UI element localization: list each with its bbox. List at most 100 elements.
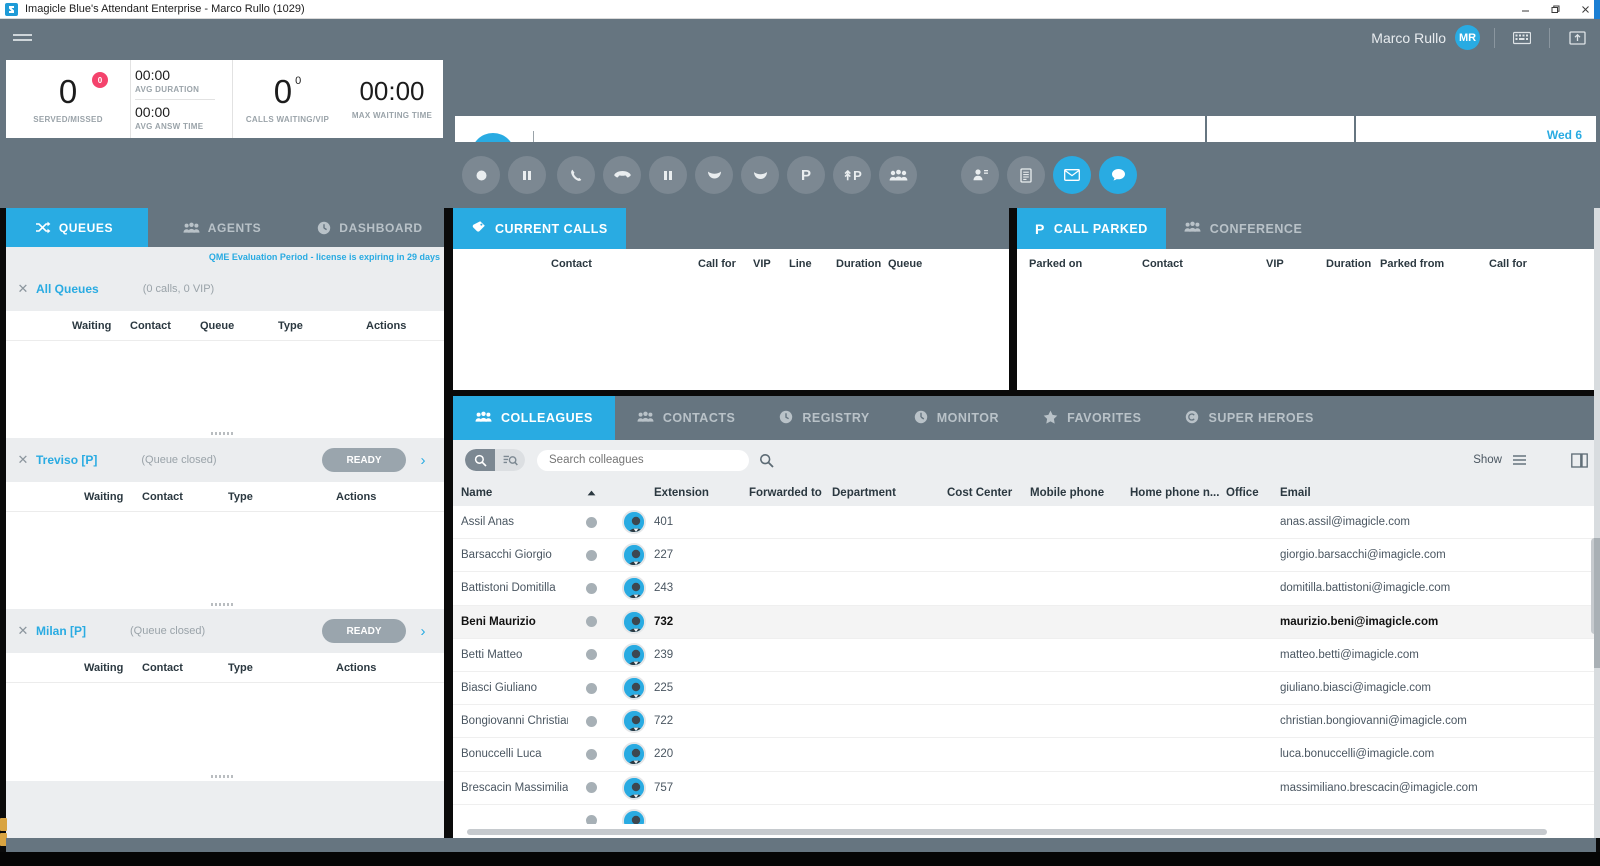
answer-call-button[interactable] <box>557 156 595 194</box>
col-department[interactable]: Department <box>832 487 947 499</box>
minimize-button[interactable] <box>1510 0 1540 19</box>
logout-icon[interactable] <box>1564 25 1590 51</box>
advanced-search-icon[interactable] <box>495 449 525 471</box>
menu-hamburger-icon[interactable] <box>0 19 44 56</box>
tab-conference[interactable]: CONFERENCE <box>1166 208 1321 249</box>
queue-ready-button-milan[interactable]: READY <box>322 619 406 643</box>
col-line: Line <box>789 258 836 270</box>
tab-queues[interactable]: QUEUES <box>0 208 148 247</box>
table-row[interactable]: Bongiovanni Christian722christian.bongio… <box>453 705 1600 738</box>
maximize-restore-button[interactable] <box>1540 0 1570 19</box>
blind-transfer-button[interactable] <box>695 156 733 194</box>
table-row[interactable]: Battistoni Domitilla243domitilla.battist… <box>453 572 1600 605</box>
table-row[interactable]: Assil Anas401anas.assil@imagicle.com <box>453 506 1600 539</box>
table-row[interactable]: Bonuccelli Luca220luca.bonuccelli@imagic… <box>453 738 1600 771</box>
search-submit-icon[interactable] <box>759 453 774 468</box>
colleagues-table-body: Assil Anas401anas.assil@imagicle.comBars… <box>453 506 1600 824</box>
notes-button[interactable] <box>1007 156 1045 194</box>
tab-monitor[interactable]: MONITOR <box>892 396 1021 440</box>
table-row[interactable]: Betti Matteo239matteo.betti@imagicle.com <box>453 639 1600 672</box>
col-extension[interactable]: Extension <box>654 487 749 499</box>
close-queue-icon[interactable]: ✕ <box>10 623 36 639</box>
col-queue: Queue <box>200 320 278 332</box>
tab-agents[interactable]: AGENTS <box>148 208 296 247</box>
table-row[interactable] <box>453 805 1600 824</box>
consultative-transfer-button[interactable] <box>741 156 779 194</box>
resize-grip[interactable] <box>211 775 233 778</box>
col-contact: Contact <box>132 662 228 674</box>
search-icon[interactable] <box>465 449 495 471</box>
tab-call-parked[interactable]: P CALL PARKED <box>1017 208 1166 249</box>
tab-super-heroes[interactable]: SUPER HEROES <box>1163 396 1335 440</box>
tab-current-calls[interactable]: CURRENT CALLS <box>453 208 626 249</box>
window-controls <box>1510 0 1600 19</box>
tab-contacts-label: CONTACTS <box>663 411 736 425</box>
calls-waiting-vip-value: 0 <box>295 75 301 87</box>
cell-name: Brescacin Massimiliano <box>453 782 568 794</box>
call-parked-rows <box>1017 279 1600 390</box>
col-office[interactable]: Office <box>1226 487 1250 499</box>
call-actions-group: P ↟P <box>557 156 917 194</box>
hold-call-button[interactable] <box>649 156 687 194</box>
col-home-phone[interactable]: Home phone n... <box>1130 487 1226 499</box>
chat-button[interactable] <box>1099 156 1137 194</box>
tab-registry[interactable]: REGISTRY <box>757 396 891 440</box>
col-email[interactable]: Email <box>1250 487 1600 499</box>
conference-button[interactable] <box>879 156 917 194</box>
queue-info-milan: (Queue closed) <box>130 625 205 637</box>
main-vertical-scrollbar[interactable] <box>1594 208 1600 838</box>
avatar <box>614 510 654 534</box>
avatar <box>614 742 654 766</box>
search-input[interactable] <box>537 450 749 471</box>
app-header: Marco Rullo MR <box>0 19 1600 56</box>
email-button[interactable] <box>1053 156 1091 194</box>
close-queue-icon[interactable]: ✕ <box>10 452 36 468</box>
table-row[interactable]: Barsacchi Giorgio227giorgio.barsacchi@im… <box>453 539 1600 572</box>
hangup-call-button[interactable] <box>603 156 641 194</box>
tab-favorites[interactable]: FAVORITES <box>1021 396 1163 440</box>
col-forwarded-to[interactable]: Forwarded to <box>749 487 832 499</box>
list-options-icon[interactable] <box>1512 454 1527 466</box>
call-parked-columns: Parked on Contact VIP Duration Parked fr… <box>1017 249 1600 279</box>
queue-header-treviso[interactable]: ✕ Treviso [P] (Queue closed) READY › <box>0 438 444 482</box>
table-row[interactable]: Beni Maurizio732maurizio.beni@imagicle.c… <box>453 606 1600 639</box>
unpark-call-button[interactable]: ↟P <box>833 156 871 194</box>
scroll-thumb[interactable] <box>1594 538 1600 668</box>
tab-dashboard[interactable]: DASHBOARD <box>296 208 444 247</box>
col-name[interactable]: Name <box>453 487 568 499</box>
chevron-right-icon[interactable]: › <box>412 452 434 469</box>
colleagues-horizontal-scrollbar[interactable] <box>453 826 1600 838</box>
presence-status-icon <box>568 649 614 660</box>
scroll-thumb[interactable] <box>467 829 1547 835</box>
queue-name-milan[interactable]: Milan [P] <box>36 624 86 638</box>
tab-contacts[interactable]: CONTACTS <box>615 396 758 440</box>
close-queue-icon[interactable]: ✕ <box>10 281 36 297</box>
queue-name-treviso[interactable]: Treviso [P] <box>36 453 97 467</box>
park-call-button[interactable]: P <box>787 156 825 194</box>
record-button[interactable] <box>462 156 500 194</box>
col-cost-center[interactable]: Cost Center <box>947 487 1030 499</box>
sort-ascending-icon[interactable] <box>568 490 614 496</box>
resize-grip[interactable] <box>211 432 233 435</box>
cell-name: Bongiovanni Christian <box>453 715 568 727</box>
queue-info-treviso: (Queue closed) <box>141 454 216 466</box>
keyboard-icon[interactable] <box>1509 25 1535 51</box>
queue-header-milan[interactable]: ✕ Milan [P] (Queue closed) READY › <box>0 609 444 653</box>
presence-status-icon <box>568 517 614 528</box>
pause-recording-button[interactable] <box>508 156 546 194</box>
resize-grip[interactable] <box>211 603 233 606</box>
chevron-right-icon[interactable]: › <box>412 623 434 640</box>
tab-colleagues[interactable]: COLLEAGUES <box>453 396 615 440</box>
tray-icon-1[interactable] <box>0 818 7 831</box>
export-columns-icon[interactable] <box>1571 453 1588 468</box>
add-contact-button[interactable] <box>961 156 999 194</box>
col-parked-from: Parked from <box>1380 258 1489 270</box>
queue-name-all[interactable]: All Queues <box>36 282 99 296</box>
table-row[interactable]: Biasci Giuliano225giuliano.biasci@imagic… <box>453 672 1600 705</box>
queue-ready-button-treviso[interactable]: READY <box>322 448 406 472</box>
window-title-bar: Imagicle Blue's Attendant Enterprise - M… <box>0 0 1600 19</box>
col-mobile-phone[interactable]: Mobile phone <box>1030 487 1130 499</box>
queue-header-all[interactable]: ✕ All Queues (0 calls, 0 VIP) <box>0 267 444 311</box>
user-avatar[interactable]: MR <box>1455 25 1480 50</box>
table-row[interactable]: Brescacin Massimiliano757massimiliano.br… <box>453 772 1600 805</box>
